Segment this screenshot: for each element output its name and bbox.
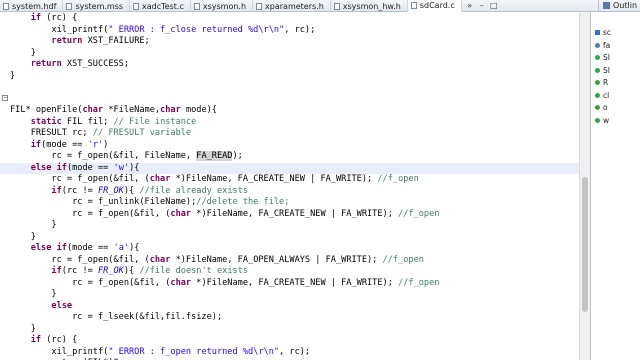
tab-xadctest-c[interactable]: xadcTest.c (130, 0, 191, 12)
outline-item[interactable]: o (595, 103, 608, 112)
function-icon (595, 42, 600, 48)
outline-item-label: cl (603, 90, 610, 100)
code-line[interactable]: FIL* openFile(char *FileName,char mode){ (10, 105, 217, 116)
code-line[interactable]: rc = f_lseek(&fil,fil.fsize); (10, 312, 222, 323)
tab-xsysmon-h[interactable]: xsysmon.h (191, 0, 254, 12)
file-icon (333, 2, 340, 10)
outline-item-label: SI (603, 53, 610, 62)
include-icon (595, 30, 600, 35)
code-line[interactable]: } (10, 220, 56, 231)
code-line[interactable]: return XST_SUCCESS; (10, 59, 129, 70)
code-line[interactable]: if(rc != FR_OK){ //file doesn't exists (10, 266, 248, 277)
code-line[interactable]: if(rc != FR_OK){ //file already exists (10, 186, 248, 197)
code-line[interactable]: } (10, 48, 36, 59)
tab-system-mss[interactable]: system.mss (63, 0, 131, 12)
outline-item[interactable]: cl (595, 91, 609, 100)
code-line[interactable]: rc = f_open(&fil, (char *)FileName, FA_O… (10, 255, 424, 266)
file-icon (133, 2, 140, 10)
file-icon (66, 2, 73, 10)
tab-label: system.mss (75, 1, 124, 11)
code-line[interactable]: else (10, 301, 72, 312)
fold-collapse-icon[interactable]: − (2, 95, 8, 101)
code-line[interactable]: if (rc) { (10, 13, 78, 24)
outline-item-label: SI (603, 65, 610, 75)
tabs-overflow-button[interactable]: » (464, 0, 476, 11)
outline-item[interactable]: R (595, 78, 608, 87)
code-line[interactable]: rc = f_open(&fil, (char *)FileName, FA_C… (10, 278, 439, 289)
outline-item-label: R (603, 78, 609, 87)
outline-item[interactable]: SI (595, 66, 610, 75)
outline-item-label: o (603, 103, 608, 112)
outline-item-label: sc (603, 28, 612, 37)
outline-item[interactable]: fa (595, 41, 610, 50)
code-line[interactable]: FRESULT rc; // FRESULT variable (10, 128, 191, 139)
code-editor[interactable]: − if (rc) { xil_printf(" ERROR : f_close… (0, 12, 590, 360)
outline-title: Outlin (613, 1, 638, 10)
outline-item[interactable]: w (595, 116, 609, 125)
outline-icon (603, 2, 610, 9)
code-line[interactable]: return XST_FAILURE; (10, 36, 149, 47)
function-icon (595, 117, 600, 123)
tab-label: xsysmon.h (202, 1, 247, 11)
tab-label: xadcTest.c (142, 1, 184, 11)
tab-label: sdCard.c (419, 1, 455, 10)
maximize-button[interactable]: □ (488, 0, 500, 11)
outline-view-tab[interactable]: Outlin (598, 0, 640, 12)
editor-vertical-scrollbar[interactable] (579, 12, 590, 360)
tab-label: system.hdf (12, 1, 57, 11)
outline-panel: sc fa SI SI Rcl o w (590, 12, 640, 360)
function-icon (595, 67, 600, 73)
file-icon (410, 2, 417, 9)
tab-xparameters-h[interactable]: xparameters.h (253, 0, 331, 12)
code-line[interactable]: static FIL fil; // File instance (10, 117, 197, 128)
minimize-button[interactable]: – (476, 0, 488, 11)
function-icon (595, 105, 600, 110)
scrollbar-thumb[interactable] (582, 177, 588, 312)
code-line[interactable]: rc = f_unlink(FileName);//delete the fil… (10, 197, 289, 208)
file-icon (3, 2, 9, 10)
code-line[interactable]: xil_printf(" ERROR : f_open returned %d\… (10, 347, 310, 358)
code-line[interactable]: if (rc) { (10, 335, 78, 346)
tab-xsysmon-hw-h[interactable]: xsysmon_hw.h (331, 0, 408, 12)
tab-system-hdf[interactable]: system.hdf (0, 0, 64, 12)
code-line[interactable]: else if(mode == 'a'){ (10, 243, 140, 254)
tab-label: xparameters.h (265, 1, 324, 11)
function-icon (595, 55, 600, 60)
code-line[interactable]: } (10, 71, 15, 82)
code-line[interactable]: else if(mode == 'w'){ (0, 162, 590, 174)
code-line[interactable]: rc = f_open(&fil, (char *)FileName, FA_C… (10, 174, 418, 185)
outline-item[interactable]: SI (595, 53, 610, 62)
code-line[interactable]: rc = f_open(&fil, (char *)FileName, FA_C… (10, 209, 439, 220)
function-icon (595, 92, 600, 98)
outline-item[interactable]: sc (595, 28, 611, 37)
code-line[interactable]: rc = f_open(&fil, FileName, FA_READ); (10, 151, 243, 162)
tab-sdcard-c[interactable]: sdCard.c (407, 0, 462, 12)
code-line[interactable]: if(mode == 'r') (10, 140, 109, 151)
file-icon (256, 2, 263, 10)
editor-tab-bar: system.hdf system.mss xadcTest.c xsysmon.h x… (0, 0, 640, 12)
function-icon (595, 80, 600, 85)
outline-item-label: w (603, 115, 610, 125)
outline-item-label: fa (603, 40, 611, 50)
code-line[interactable]: } (10, 232, 36, 243)
file-icon (193, 2, 200, 10)
tab-label: xsysmon_hw.h (342, 1, 401, 11)
code-line[interactable]: } (10, 289, 56, 300)
code-line[interactable]: } (10, 324, 36, 335)
code-line[interactable]: xil_printf(" ERROR : f_close returned %d… (10, 25, 315, 36)
